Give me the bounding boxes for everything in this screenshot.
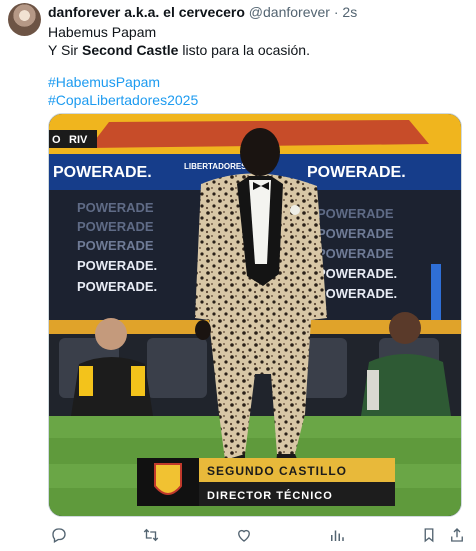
board-text: POWERADE [317, 246, 394, 261]
hashtag-link[interactable]: #CopaLibertadores2025 [48, 91, 464, 109]
share-button[interactable] [446, 524, 468, 546]
hashtags: #HabemusPapam #CopaLibertadores2025 [48, 73, 464, 109]
caption-name: SEGUNDO CASTILLO [207, 464, 347, 478]
person-head [389, 312, 421, 344]
separator: · [333, 4, 339, 20]
board-text: POWERADE. [317, 266, 397, 281]
person-stripe [79, 366, 93, 396]
like-button[interactable] [233, 524, 255, 546]
display-name[interactable]: danforever a.k.a. el cervecero [48, 4, 245, 20]
board-text: POWERADE [317, 206, 394, 221]
avatar[interactable] [8, 3, 41, 36]
reply-icon [52, 528, 66, 543]
line2-bold: Second Castle [81, 42, 179, 58]
blue-post [431, 264, 441, 324]
board-text: POWERADE. [77, 279, 157, 294]
photo-scene: O RIV POWERADE. LIBERTADORES POWERADE. P… [49, 114, 461, 516]
bookmark-button[interactable] [418, 524, 440, 546]
views-icon [331, 530, 344, 541]
views-button[interactable] [326, 524, 348, 546]
tweet-line-1: Habemus Papam [48, 24, 157, 40]
reply-button[interactable] [48, 524, 70, 546]
club-crest-icon [154, 463, 182, 495]
tweet-line-2: Y Sir Second Castle listo para la ocasió… [48, 41, 464, 59]
retweet-button[interactable] [140, 524, 162, 546]
board-text: POWERADE. [317, 286, 397, 301]
lapel-pin [290, 205, 300, 215]
led-powerade-left: POWERADE. [53, 164, 152, 181]
man-hand [195, 320, 211, 340]
tweet-photo[interactable]: O RIV POWERADE. LIBERTADORES POWERADE. P… [48, 113, 462, 517]
timestamp[interactable]: 2s [342, 4, 357, 20]
person-stripe [131, 366, 145, 396]
action-bar [48, 524, 468, 546]
like-icon [238, 529, 250, 542]
caption-role: DIRECTOR TÉCNICO [207, 489, 333, 502]
scoreboard-team: RIV [69, 134, 88, 146]
seat [147, 338, 207, 398]
board-text: POWERADE [77, 238, 154, 253]
board-text: POWERADE [77, 219, 154, 234]
tweet-header: danforever a.k.a. el cervecero @danforev… [48, 3, 464, 21]
board-text: POWERADE [77, 200, 154, 215]
pitch-stripe [49, 416, 461, 438]
hashtag-link[interactable]: #HabemusPapam [48, 73, 464, 91]
share-icon [451, 528, 463, 542]
scoreboard-left: O [52, 134, 61, 146]
person-head [95, 318, 127, 350]
retweet-icon [143, 528, 159, 542]
led-libertadores: LIBERTADORES [184, 162, 247, 171]
board-text: POWERADE. [77, 258, 157, 273]
line2-prefix: Y Sir [48, 42, 82, 58]
man-head [240, 128, 280, 176]
line2-suffix: listo para la ocasión. [178, 42, 310, 58]
tweet-body: danforever a.k.a. el cervecero @danforev… [48, 3, 464, 109]
led-powerade-right: POWERADE. [307, 164, 406, 181]
tweet-text: Habemus Papam Y Sir Second Castle listo … [48, 23, 464, 59]
bookmark-icon [424, 528, 434, 543]
handle[interactable]: @danforever [249, 4, 330, 20]
person-stripe [367, 370, 379, 410]
board-text: POWERADE [317, 226, 394, 241]
